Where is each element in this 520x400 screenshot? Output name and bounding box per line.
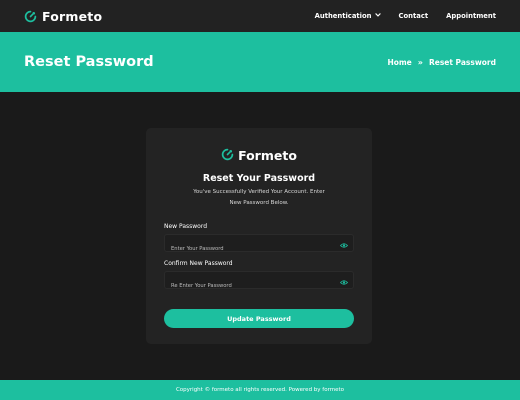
breadcrumb-separator-icon: » (417, 57, 423, 67)
nav-link-contact[interactable]: Contact (399, 12, 429, 20)
eye-icon[interactable] (339, 271, 349, 290)
chevron-down-icon (374, 12, 381, 20)
new-password-input[interactable] (165, 241, 353, 257)
brand-name: Formeto (42, 8, 103, 24)
nav-link-appointment[interactable]: Appointment (446, 12, 496, 20)
breadcrumb-current: Reset Password (428, 57, 496, 67)
confirm-password-field-wrap (164, 271, 354, 294)
nav-links: Authentication Contact Appointment (297, 12, 496, 20)
nav-link-label: Authentication (314, 12, 372, 20)
confirm-password-input[interactable] (165, 278, 353, 294)
card-title: Reset Your Password (202, 173, 316, 184)
formeto-logo-icon (24, 10, 37, 23)
formeto-logo-icon (221, 146, 234, 165)
confirm-password-label: Confirm New Password (164, 260, 233, 267)
page-title: Reset Password (24, 54, 154, 70)
card-brand: Formeto (164, 146, 354, 165)
nav-link-label: Contact (398, 12, 429, 20)
page-banner: Reset Password Home » Reset Password (0, 32, 520, 92)
breadcrumb: Home » Reset Password (387, 58, 496, 67)
top-navbar: Formeto Authentication Contact Appointme… (0, 0, 520, 32)
brand-logo-link[interactable]: Formeto (24, 9, 102, 24)
eye-icon[interactable] (339, 234, 349, 253)
update-password-button[interactable]: Update Password (164, 309, 354, 328)
nav-link-authentication[interactable]: Authentication (315, 12, 381, 20)
footer: Copyright © formeto all rights reserved.… (0, 380, 520, 400)
reset-password-card: Formeto Reset Your Password You've Succe… (146, 128, 372, 344)
nav-link-label: Appointment (446, 12, 496, 20)
footer-copyright: Copyright © formeto all rights reserved.… (175, 387, 345, 393)
breadcrumb-home-link[interactable]: Home (387, 58, 411, 67)
new-password-field-wrap (164, 234, 354, 257)
new-password-label: New Password (164, 223, 208, 230)
card-description: You've Successfully Verified Your Accoun… (193, 189, 325, 206)
card-brand-name: Formeto (238, 148, 297, 163)
